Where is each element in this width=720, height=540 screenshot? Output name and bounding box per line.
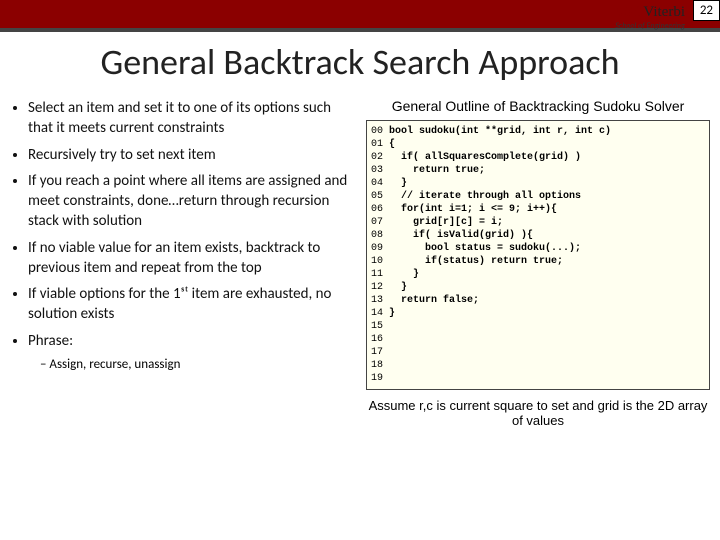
bullet-item: If viable options for the 1ˢᵗ item are e… <box>28 284 354 325</box>
header-bar: USCViterbi School of Engineering 22 <box>0 0 720 32</box>
logo-subtitle: School of Engineering <box>615 21 685 31</box>
code-caption: Assume r,c is current square to set and … <box>366 398 710 428</box>
right-column: General Outline of Backtracking Sudoku S… <box>360 98 710 428</box>
page-number: 22 <box>693 0 720 21</box>
logo-usc: USC <box>613 4 643 20</box>
main-content: Select an item and set it to one of its … <box>0 98 720 428</box>
logo: USCViterbi School of Engineering <box>613 4 685 30</box>
code-title: General Outline of Backtracking Sudoku S… <box>366 98 710 114</box>
bullet-list: Select an item and set it to one of its … <box>10 98 354 351</box>
bullet-item: If you reach a point where all items are… <box>28 171 354 232</box>
line-numbers: 00 01 02 03 04 05 06 07 08 09 10 11 12 1… <box>371 125 389 385</box>
code-lines: bool sudoku(int **grid, int r, int c) { … <box>389 125 611 385</box>
sub-bullet: Assign, recurse, unassign <box>10 357 354 372</box>
bullet-item: If no viable value for an item exists, b… <box>28 238 354 279</box>
logo-viterbi: Viterbi <box>643 4 685 20</box>
bullet-item: Select an item and set it to one of its … <box>28 98 354 139</box>
left-column: Select an item and set it to one of its … <box>10 98 360 428</box>
code-box: 00 01 02 03 04 05 06 07 08 09 10 11 12 1… <box>366 120 710 390</box>
bullet-item: Recursively try to set next item <box>28 145 354 165</box>
bullet-item: Phrase: <box>28 331 354 351</box>
slide-title: General Backtrack Search Approach <box>0 40 720 84</box>
